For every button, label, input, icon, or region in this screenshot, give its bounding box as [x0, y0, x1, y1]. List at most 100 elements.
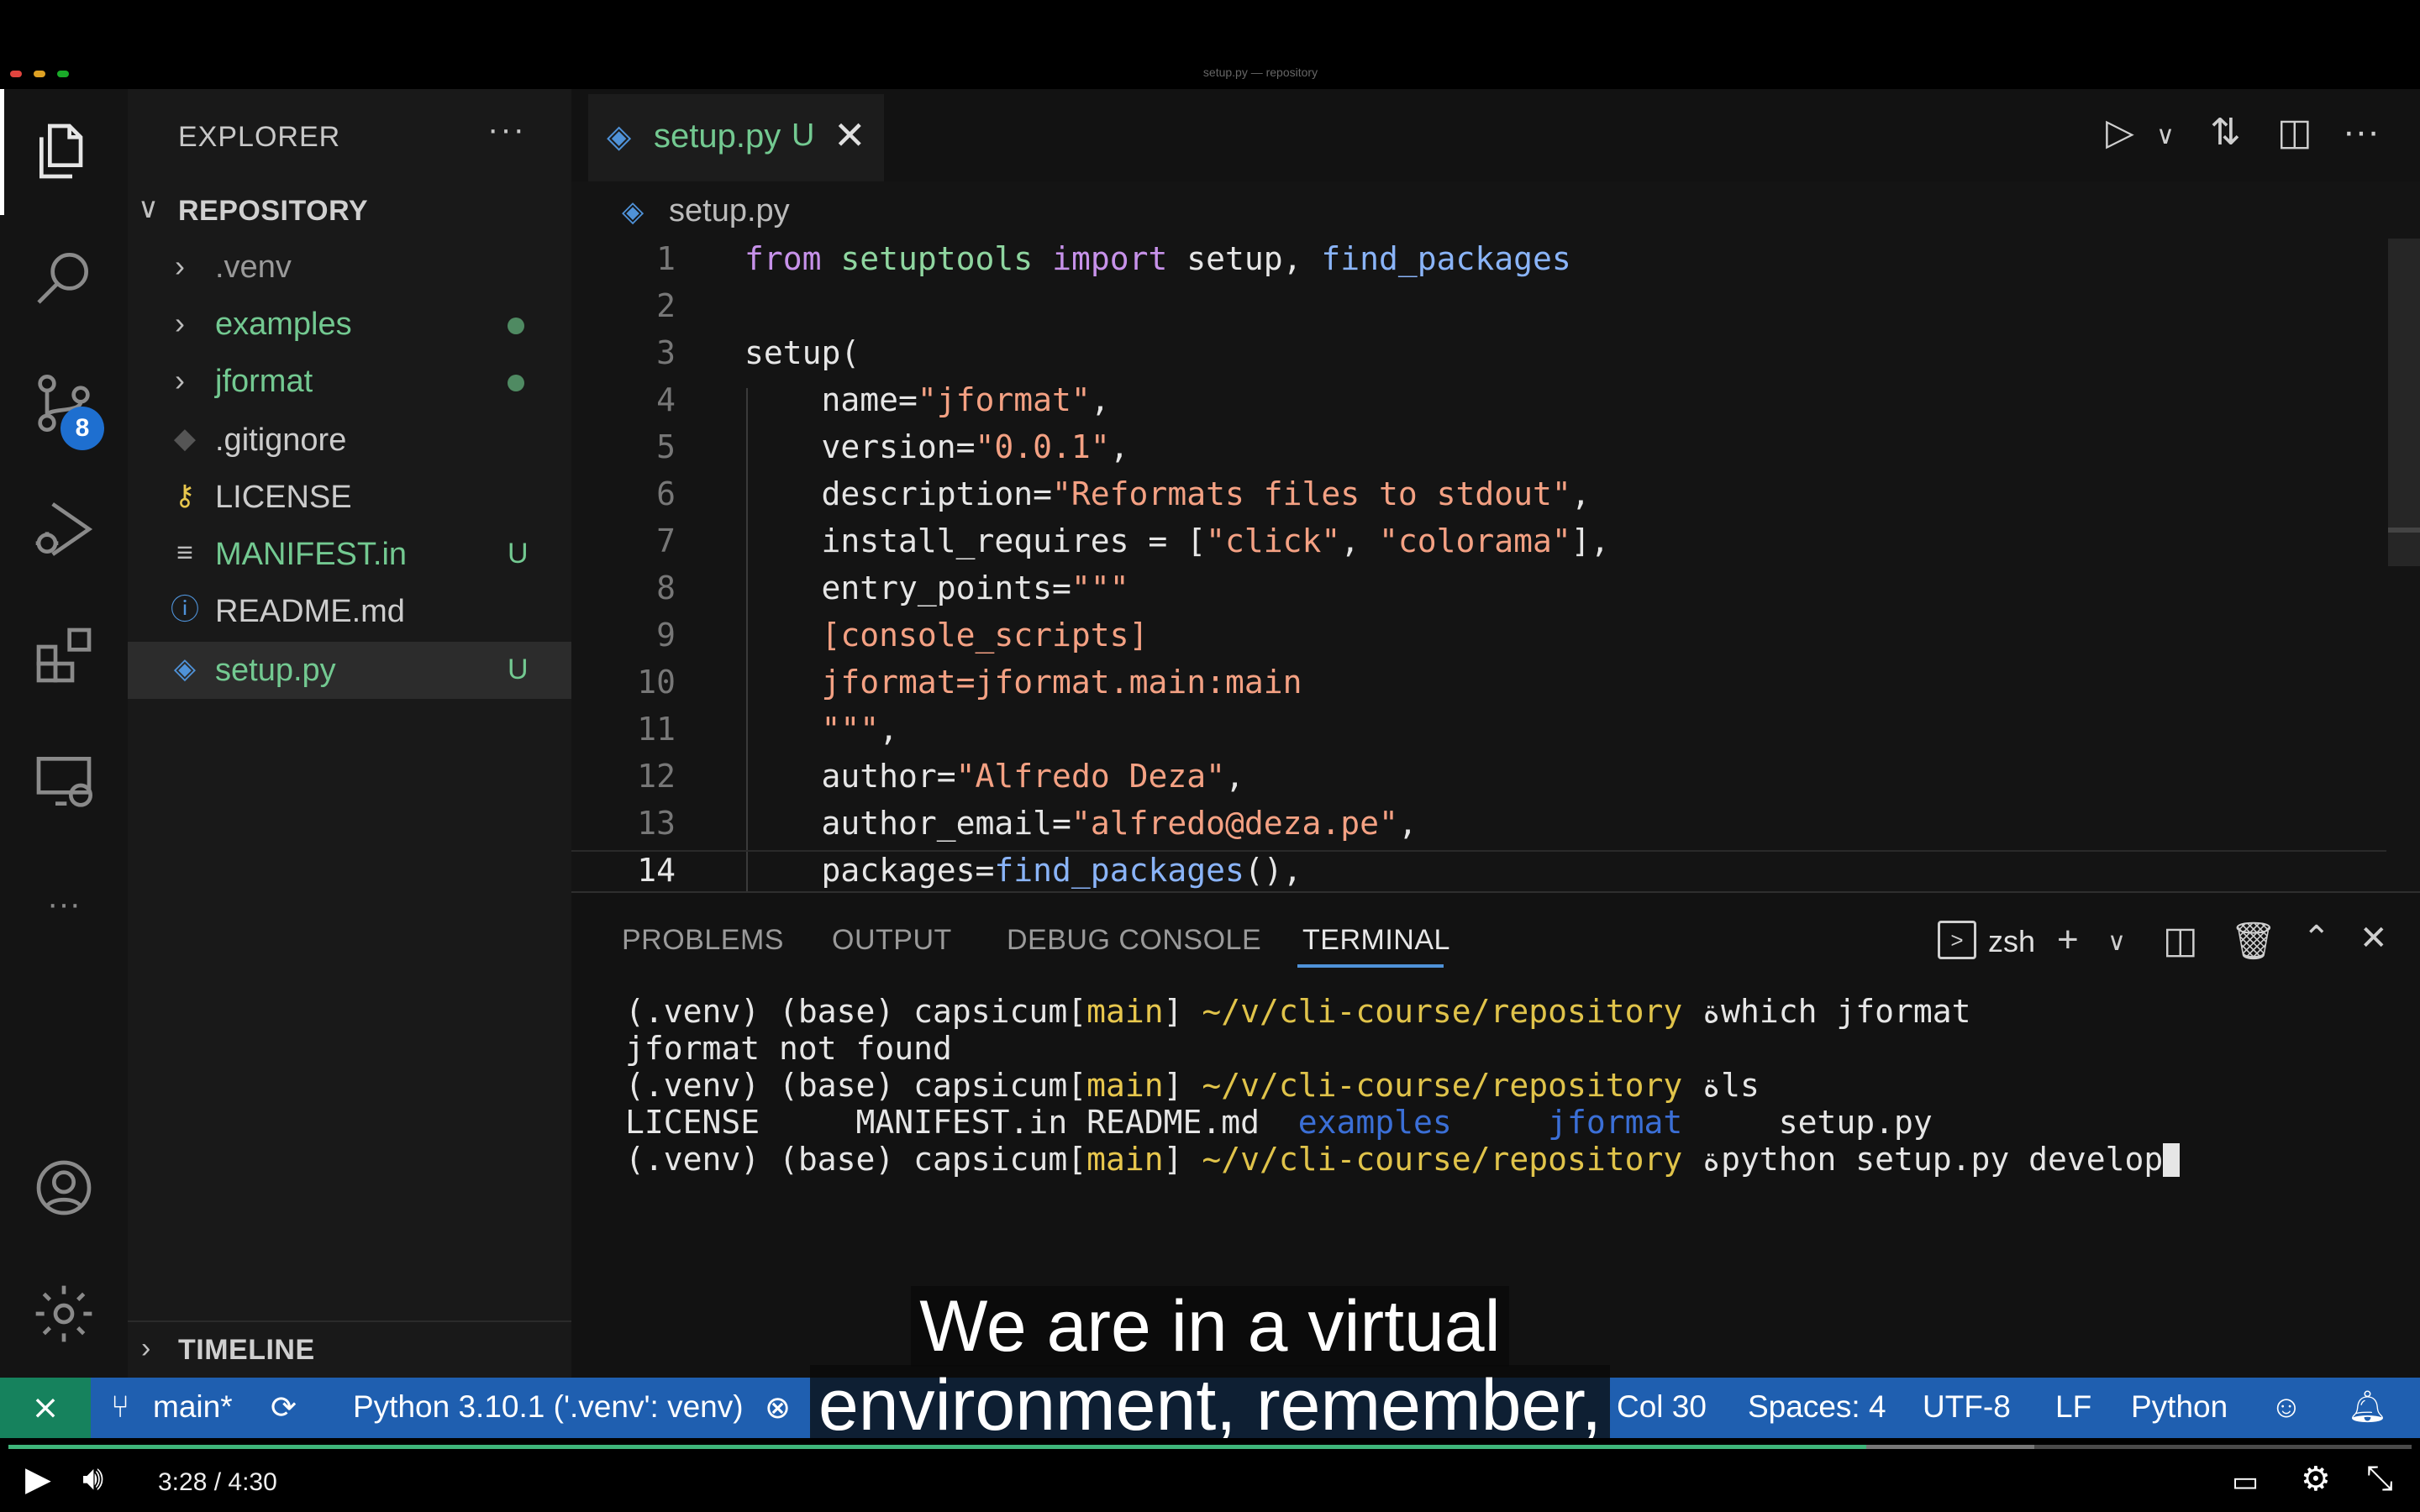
open-changes-icon[interactable]: ⇅ [2210, 111, 2241, 154]
tree-item-venv[interactable]: › .venv [128, 239, 571, 296]
chevron-right-icon: › [175, 363, 185, 397]
code-line[interactable]: 10 jformat=jformat.main:main [571, 664, 2386, 711]
run-debug-icon[interactable] [25, 491, 103, 568]
tab-problems[interactable]: PROBLEMS [622, 924, 784, 957]
editor-more-actions-icon[interactable]: ··· [2343, 111, 2380, 153]
close-window-button[interactable] [10, 71, 22, 77]
minimize-window-button[interactable] [34, 71, 45, 77]
activity-active-indicator [0, 89, 4, 215]
license-key-icon: ⚷ [174, 480, 196, 512]
tree-item-label: examples [215, 307, 352, 342]
line-number: 7 [656, 522, 676, 559]
git-file-icon: ◆ [173, 423, 197, 454]
terminal-shell-icon[interactable]: > [1938, 921, 1976, 959]
tree-item-license[interactable]: ⚷ LICENSE [128, 469, 571, 526]
breadcrumb[interactable]: setup.py [669, 193, 790, 229]
line-number: 10 [637, 664, 676, 701]
section-chevron-down-icon[interactable]: ∨ [138, 192, 159, 225]
repository-section-header[interactable]: REPOSITORY [178, 195, 368, 228]
tree-item-manifest[interactable]: ≡ MANIFEST.in U [128, 526, 571, 583]
text-lines-icon: ≡ [176, 537, 193, 569]
split-editor-icon[interactable]: ◫ [2277, 111, 2312, 154]
accounts-icon[interactable] [25, 1149, 103, 1226]
tree-item-gitignore[interactable]: ◆ .gitignore [128, 412, 571, 469]
code-line[interactable]: 2 [571, 287, 2386, 334]
new-terminal-plus-icon[interactable]: + [2057, 919, 2079, 961]
terminal-shell-name[interactable]: zsh [1988, 924, 2035, 959]
untracked-status: U [508, 654, 529, 685]
window-top-bar [0, 0, 2420, 76]
video-controls [0, 1438, 2420, 1512]
code-text: packages=find_packages(), [744, 852, 1302, 889]
code-line[interactable]: 6 description="Reformats files to stdout… [571, 475, 2386, 522]
tree-item-label: setup.py [215, 653, 336, 688]
terminal-line: (.venv) (base) capsicum[main] ~/v/cli-co… [625, 993, 1971, 1030]
search-icon[interactable] [25, 239, 103, 316]
code-text: entry_points=""" [744, 570, 1129, 606]
remote-explorer-icon[interactable] [25, 743, 103, 820]
untracked-status: U [508, 538, 529, 570]
code-text: version="0.0.1", [744, 428, 1129, 465]
code-text: from setuptools import setup, find_packa… [744, 240, 1571, 277]
code-line[interactable]: 13 author_email="alfredo@deza.pe", [571, 805, 2386, 852]
info-icon: ⓘ [171, 594, 199, 626]
code-line[interactable]: 9 [console_scripts] [571, 617, 2386, 664]
line-number: 11 [637, 711, 676, 748]
exit-fullscreen-icon[interactable]: ⤡ [2366, 1460, 2393, 1498]
tree-item-setup-py[interactable]: ◈ setup.py U [128, 642, 571, 699]
code-line[interactable]: 7 install_requires = ["click", "colorama… [571, 522, 2386, 570]
volume-icon[interactable]: 🔊︎ [82, 1460, 103, 1498]
code-text: name="jformat", [744, 381, 1110, 418]
kill-terminal-trash-icon[interactable]: 🗑 [2230, 919, 2277, 963]
tree-item-label: jformat [215, 364, 313, 399]
tree-item-label: README.md [215, 594, 405, 629]
terminal-line: LICENSE MANIFEST.in README.md examples j… [625, 1104, 1933, 1141]
tab-label: setup.py [654, 118, 781, 155]
more-views-icon[interactable]: ··· [25, 865, 103, 942]
video-progress-fill[interactable] [8, 1445, 1866, 1449]
extensions-icon[interactable] [25, 617, 103, 694]
tree-item-label: LICENSE [215, 480, 352, 515]
code-line[interactable]: 5 version="0.0.1", [571, 428, 2386, 475]
editor-scrollbar-thumb[interactable] [2388, 528, 2420, 533]
close-panel-icon[interactable]: ✕ [2360, 919, 2388, 958]
chevron-right-icon: › [175, 306, 185, 340]
python-file-icon: ◈ [173, 653, 197, 685]
code-line[interactable]: 1 from setuptools import setup, find_pack… [571, 240, 2386, 287]
code-line[interactable]: 12 author="Alfredo Deza", [571, 758, 2386, 805]
split-terminal-icon[interactable]: ◫ [2163, 919, 2198, 962]
editor-scrollbar[interactable] [2388, 239, 2420, 566]
terminal-line[interactable]: (.venv) (base) capsicum[main] ~/v/cli-co… [625, 1141, 2181, 1178]
code-line[interactable]: 3 setup( [571, 334, 2386, 381]
modified-dot-icon [508, 318, 524, 334]
play-icon[interactable]: ▶ [25, 1460, 51, 1499]
code-text: jformat=jformat.main:main [821, 664, 1302, 701]
chevron-right-icon: › [175, 249, 185, 283]
maximize-panel-chevron-up-icon[interactable]: ⌃ [2302, 919, 2331, 958]
code-line[interactable]: 11 """, [571, 711, 2386, 758]
run-file-icon[interactable]: ▷ [2106, 111, 2134, 154]
tab-output[interactable]: OUTPUT [832, 924, 952, 957]
line-number: 2 [656, 287, 676, 324]
tree-item-examples[interactable]: › examples [128, 296, 571, 353]
tab-close-icon[interactable]: ✕ [834, 113, 866, 158]
python-file-icon: ◈ [607, 119, 632, 155]
tree-item-jformat[interactable]: › jformat [128, 353, 571, 410]
terminal-line: (.venv) (base) capsicum[main] ~/v/cli-co… [625, 1067, 1760, 1104]
subtitles-icon[interactable]: ▭ [2232, 1465, 2259, 1499]
explorer-more-icon[interactable]: ··· [487, 111, 526, 149]
code-text: author="Alfredo Deza", [744, 758, 1244, 795]
tab-debug-console[interactable]: DEBUG CONSOLE [1007, 924, 1261, 957]
explorer-files-icon[interactable] [25, 113, 103, 190]
tree-item-readme[interactable]: ⓘ README.md [128, 583, 571, 640]
code-line[interactable]: 8 entry_points=""" [571, 570, 2386, 617]
video-settings-gear-icon[interactable]: ⚙ [2301, 1460, 2331, 1499]
run-dropdown-chevron-icon[interactable]: ∨ [2156, 121, 2175, 150]
code-line[interactable]: 4 name="jformat", [571, 381, 2386, 428]
maximize-window-button[interactable] [57, 71, 69, 77]
terminal-cursor [2163, 1143, 2181, 1177]
terminal-dropdown-chevron-icon[interactable]: ∨ [2107, 927, 2126, 957]
tab-terminal[interactable]: TERMINAL [1302, 924, 1450, 957]
line-number: 4 [656, 381, 676, 418]
code-text: """, [821, 711, 899, 748]
